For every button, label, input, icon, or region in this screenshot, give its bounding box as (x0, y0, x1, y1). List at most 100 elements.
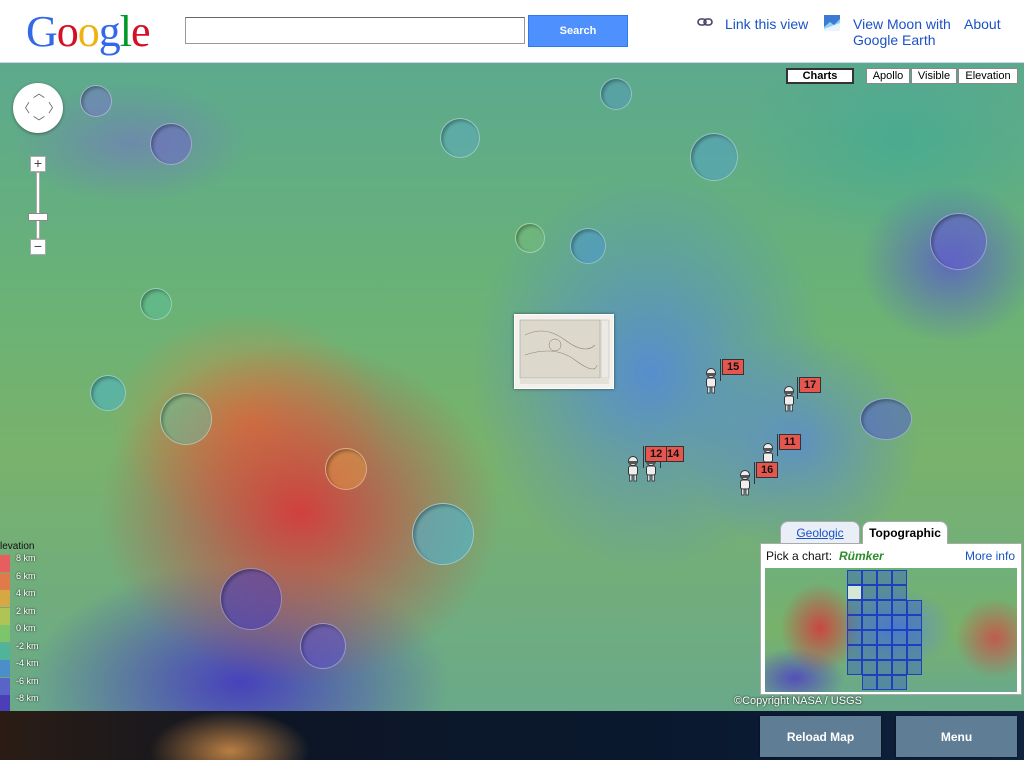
apollo-site-flag[interactable]: 12 (645, 446, 668, 462)
zoom-slider-thumb[interactable] (28, 213, 48, 221)
chart-grid-cell[interactable] (862, 570, 877, 585)
chart-grid-cell[interactable] (892, 600, 907, 615)
apollo-site-flag[interactable]: 15 (722, 359, 745, 375)
chart-grid-cell[interactable] (847, 645, 862, 660)
chart-picker-body: Pick a chart: Rümker More info (760, 543, 1022, 695)
chart-grid-cell[interactable] (862, 675, 877, 690)
view-moon-line2: Google Earth (853, 32, 936, 48)
chart-grid (847, 570, 943, 690)
about-link[interactable]: About (964, 16, 1001, 32)
header-bar: Google Search Link this view View Moon w… (0, 0, 1024, 63)
apollo-site-flag[interactable]: 16 (756, 462, 779, 478)
chart-grid-cell[interactable] (847, 570, 862, 585)
apollo-site-flag[interactable]: 11 (779, 434, 801, 450)
elevation-swatch (0, 555, 10, 572)
chart-grid-cell[interactable] (877, 585, 892, 600)
chart-grid-cell[interactable] (892, 585, 907, 600)
chart-grid-cell[interactable] (877, 630, 892, 645)
search-input[interactable] (185, 17, 525, 44)
tab-topographic[interactable]: Topographic (862, 521, 948, 544)
link-this-view-link[interactable]: Link this view (725, 16, 808, 32)
chart-grid-cell[interactable] (877, 615, 892, 630)
elevation-label: -8 km (16, 693, 39, 703)
crater (80, 85, 112, 117)
apollo-site-flag[interactable]: 17 (799, 377, 822, 393)
chart-grid-cell[interactable] (862, 615, 877, 630)
crater (600, 78, 632, 110)
chart-index-minimap[interactable] (765, 568, 1017, 692)
link-chain-icon[interactable] (697, 17, 713, 27)
tab-geologic[interactable]: Geologic (780, 521, 860, 544)
chart-grid-cell[interactable] (877, 600, 892, 615)
chart-grid-cell[interactable] (892, 570, 907, 585)
logo-letter: G (26, 7, 58, 56)
chart-grid-cell[interactable] (907, 615, 922, 630)
chart-grid-cell[interactable] (877, 645, 892, 660)
pan-control[interactable]: ︿ ﹀ 〈 〉 (13, 83, 63, 133)
chart-grid-cell[interactable] (877, 675, 892, 690)
zoom-out-button[interactable]: − (30, 239, 46, 255)
elevation-swatch (0, 677, 10, 695)
chart-grid-cell[interactable] (907, 660, 922, 675)
chart-grid-cell[interactable] (907, 630, 922, 645)
crater (150, 123, 192, 165)
elevation-label: 2 km (16, 605, 36, 616)
chart-grid-cell[interactable] (892, 630, 907, 645)
chart-grid-cell[interactable] (862, 660, 877, 675)
elevation-swatch (0, 642, 10, 660)
logo-letter: e (131, 7, 151, 56)
elevation-swatch (0, 660, 10, 677)
chart-grid-cell[interactable] (862, 585, 877, 600)
chart-grid-cell[interactable] (847, 585, 862, 600)
flag-pole (754, 462, 755, 484)
more-info-link[interactable]: More info (965, 549, 1015, 563)
pan-down-arrow-icon[interactable]: ﹀ (33, 116, 45, 128)
chart-grid-cell[interactable] (907, 600, 922, 615)
chart-grid-cell[interactable] (862, 600, 877, 615)
pan-right-arrow-icon[interactable]: 〉 (48, 102, 60, 114)
map-type-elevation-button[interactable]: Elevation (958, 68, 1018, 84)
chart-thumbnail-image (519, 319, 610, 384)
reload-map-button[interactable]: Reload Map (760, 716, 881, 757)
apollo-astronaut-icon[interactable] (737, 470, 753, 496)
chart-grid-cell[interactable] (847, 630, 862, 645)
flag-pole (720, 359, 721, 381)
map-type-visible-button[interactable]: Visible (911, 68, 957, 84)
zoom-in-button[interactable]: + (30, 156, 46, 172)
apollo-astronaut-icon[interactable] (703, 368, 719, 394)
chart-grid-cell[interactable] (847, 600, 862, 615)
crater (412, 503, 474, 565)
chart-grid-cell[interactable] (862, 645, 877, 660)
crater (690, 133, 738, 181)
zoom-slider-track[interactable] (36, 172, 40, 239)
chart-grid-cell[interactable] (892, 615, 907, 630)
google-logo[interactable]: Google (26, 7, 151, 56)
flag-pole (797, 377, 798, 399)
elevation-label: 8 km (16, 553, 36, 563)
map-type-apollo-button[interactable]: Apollo (866, 68, 910, 84)
chart-thumbnail-overlay[interactable] (514, 314, 614, 389)
pan-left-arrow-icon[interactable]: 〈 (18, 102, 30, 114)
logo-letter: o (77, 7, 100, 56)
chart-grid-cell[interactable] (862, 630, 877, 645)
pan-up-arrow-icon[interactable]: ︿ (33, 87, 45, 99)
menu-button[interactable]: Menu (896, 716, 1017, 757)
elevation-swatch (0, 590, 10, 607)
crater (325, 448, 367, 490)
chart-grid-cell[interactable] (892, 645, 907, 660)
chart-grid-cell[interactable] (877, 570, 892, 585)
apollo-astronaut-icon[interactable] (625, 456, 641, 482)
chart-grid-cell[interactable] (877, 660, 892, 675)
chart-grid-cell[interactable] (847, 615, 862, 630)
chart-grid-cell[interactable] (847, 660, 862, 675)
chart-grid-cell[interactable] (892, 660, 907, 675)
crater (860, 398, 912, 440)
google-earth-icon[interactable] (824, 15, 840, 31)
apollo-astronaut-icon[interactable] (781, 386, 797, 412)
chart-grid-cell[interactable] (892, 675, 907, 690)
search-button[interactable]: Search (528, 15, 628, 47)
view-moon-google-earth-link[interactable]: View Moon with Google Earth (853, 16, 951, 48)
map-type-charts-button[interactable]: Charts (786, 68, 854, 84)
chart-picker-panel: Geologic Topographic Pick a chart: Rümke… (760, 521, 1022, 695)
chart-grid-cell[interactable] (907, 645, 922, 660)
